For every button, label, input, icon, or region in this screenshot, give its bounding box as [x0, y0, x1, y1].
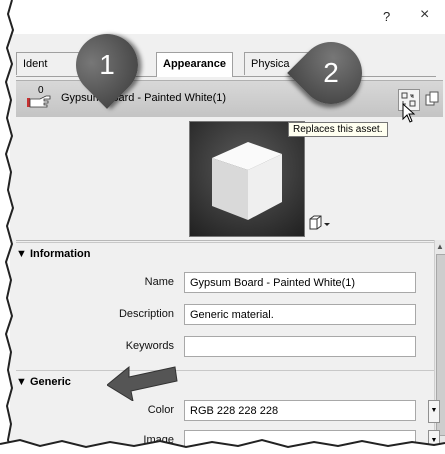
torn-edge-left [0, 0, 15, 454]
keywords-field[interactable] [184, 336, 416, 357]
material-preview-image [189, 121, 305, 237]
close-button[interactable]: × [420, 6, 429, 24]
color-label: Color [147, 404, 174, 416]
color-dropdown-arrow-icon[interactable]: ▼ [428, 400, 440, 423]
tab-appearance[interactable]: Appearance [156, 52, 233, 77]
title-bar: ? × [10, 0, 445, 34]
help-button[interactable]: ? [383, 9, 390, 24]
scroll-up-arrow-icon[interactable]: ▲ [436, 242, 444, 251]
generic-section-header[interactable]: ▼ Generic [16, 370, 434, 393]
callout-1-number: 1 [99, 49, 115, 80]
keywords-label: Keywords [125, 340, 174, 352]
material-browser-window: ? × Ident Appearance Physica 0 Gypsum Bo… [10, 0, 445, 454]
replace-asset-tooltip: Replaces this asset. [288, 122, 388, 137]
torn-edge-bottom [0, 438, 445, 454]
information-section-header[interactable]: ▼ Information [16, 242, 434, 265]
callout-2-number: 2 [323, 57, 339, 88]
cube-preview [212, 142, 282, 220]
pointer-arrow-icon [107, 365, 178, 401]
hand-icon [27, 95, 51, 108]
color-field[interactable]: RGB 228 228 228 [184, 400, 416, 421]
duplicate-asset-icon[interactable] [424, 91, 440, 107]
name-field[interactable]: Gypsum Board - Painted White(1) [184, 272, 416, 293]
preview-options-dropdown-icon[interactable] [308, 214, 332, 230]
description-field[interactable]: Generic material. [184, 304, 416, 325]
mouse-cursor-icon [402, 103, 416, 123]
description-label: Description [118, 308, 174, 320]
name-label: Name [144, 276, 174, 288]
